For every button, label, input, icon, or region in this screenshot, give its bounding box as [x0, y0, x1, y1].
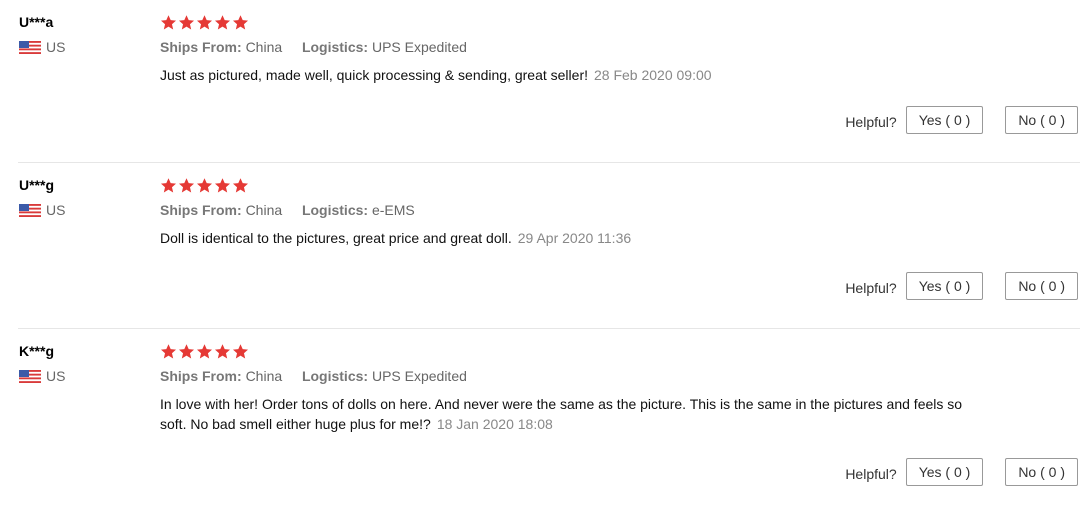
star-icon: [214, 343, 231, 358]
star-icon: [160, 177, 177, 192]
review-content: Ships From: China Logistics: UPS Expedit…: [160, 340, 980, 434]
star-icon: [232, 14, 249, 29]
review-text: In love with her! Order tons of dolls on…: [160, 396, 963, 432]
review-meta: Ships From: China Logistics: UPS Expedit…: [160, 38, 980, 56]
logistics-value: UPS Expedited: [371, 39, 467, 55]
star-rating: [160, 174, 980, 196]
star-rating: [160, 11, 980, 33]
helpful-no-button[interactable]: No ( 0 ): [1005, 458, 1078, 486]
helpful-no-button[interactable]: No ( 0 ): [1005, 272, 1078, 300]
review-item: U***a US Ships From: China Logistics: UP…: [0, 0, 1080, 162]
reviewer-country: US: [19, 202, 149, 218]
star-icon: [214, 14, 231, 29]
helpful-label: Helpful?: [845, 280, 897, 296]
helpful-yes-button[interactable]: Yes ( 0 ): [905, 458, 984, 486]
reviewer-country: US: [19, 368, 149, 384]
us-flag-icon: [19, 203, 41, 217]
review-list: U***a US Ships From: China Logistics: UP…: [0, 0, 1080, 512]
country-code: US: [46, 39, 66, 55]
logistics-label: Logistics:: [301, 39, 369, 55]
reviewer-name: K***g: [19, 343, 55, 359]
star-icon: [232, 343, 249, 358]
review-content: Ships From: China Logistics: e-EMS Doll …: [160, 174, 980, 248]
reviewer-country: US: [19, 39, 149, 55]
star-icon: [196, 14, 213, 29]
star-icon: [214, 177, 231, 192]
us-flag-icon: [19, 40, 41, 54]
review-item: U***g US Ships From: China Logistics: e-…: [0, 163, 1080, 328]
review-date: 28 Feb 2020 09:00: [594, 67, 712, 83]
star-icon: [196, 343, 213, 358]
review-text-block: Doll is identical to the pictures, great…: [160, 228, 980, 248]
country-code: US: [46, 368, 66, 384]
reviewer-info: K***g US: [19, 342, 149, 384]
logistics-value: UPS Expedited: [371, 368, 467, 384]
helpful-vote: Helpful? Yes ( 0 ) No ( 0 ): [845, 272, 1078, 300]
country-code: US: [46, 202, 66, 218]
reviewer-name: U***a: [19, 14, 54, 30]
star-icon: [178, 343, 195, 358]
star-icon: [178, 14, 195, 29]
reviewer-name: U***g: [19, 177, 55, 193]
review-text-block: In love with her! Order tons of dolls on…: [160, 394, 980, 434]
ships-from-label: Ships From:: [160, 39, 242, 55]
helpful-no-button[interactable]: No ( 0 ): [1005, 106, 1078, 134]
logistics-label: Logistics:: [301, 368, 369, 384]
review-text: Doll is identical to the pictures, great…: [160, 230, 512, 246]
star-icon: [178, 177, 195, 192]
review-meta: Ships From: China Logistics: UPS Expedit…: [160, 367, 980, 385]
helpful-label: Helpful?: [845, 114, 897, 130]
review-content: Ships From: China Logistics: UPS Expedit…: [160, 11, 980, 85]
review-text: Just as pictured, made well, quick proce…: [160, 67, 588, 83]
star-icon: [160, 343, 177, 358]
ships-from-label: Ships From:: [160, 368, 242, 384]
review-text-block: Just as pictured, made well, quick proce…: [160, 65, 980, 85]
star-rating: [160, 340, 980, 362]
review-date: 18 Jan 2020 18:08: [436, 416, 553, 432]
ships-from-value: China: [245, 202, 283, 218]
review-date: 29 Apr 2020 11:36: [517, 230, 632, 246]
helpful-label: Helpful?: [845, 466, 897, 482]
star-icon: [232, 177, 249, 192]
reviewer-info: U***a US: [19, 13, 149, 55]
review-meta: Ships From: China Logistics: e-EMS: [160, 201, 980, 219]
review-item: K***g US Ships From: China Logistics: UP…: [0, 329, 1080, 512]
helpful-vote: Helpful? Yes ( 0 ) No ( 0 ): [845, 106, 1078, 134]
ships-from-value: China: [245, 39, 283, 55]
star-icon: [160, 14, 177, 29]
helpful-vote: Helpful? Yes ( 0 ) No ( 0 ): [845, 458, 1078, 486]
ships-from-value: China: [245, 368, 283, 384]
star-icon: [196, 177, 213, 192]
helpful-yes-button[interactable]: Yes ( 0 ): [905, 272, 984, 300]
us-flag-icon: [19, 369, 41, 383]
ships-from-label: Ships From:: [160, 202, 242, 218]
logistics-label: Logistics:: [301, 202, 369, 218]
logistics-value: e-EMS: [371, 202, 415, 218]
helpful-yes-button[interactable]: Yes ( 0 ): [905, 106, 984, 134]
reviewer-info: U***g US: [19, 176, 149, 218]
